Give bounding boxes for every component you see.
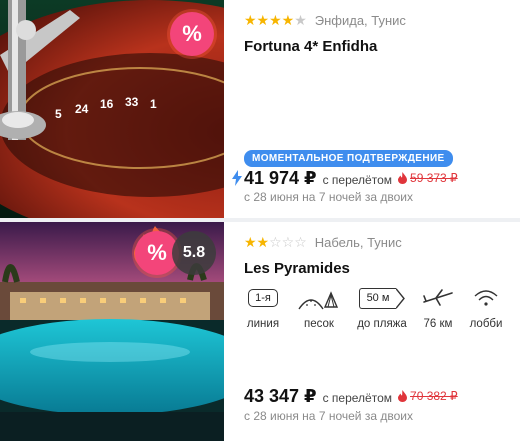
distance-tag-icon: 50 м [358, 287, 406, 309]
price[interactable]: 41 974 ₽ [244, 168, 317, 189]
svg-text:33: 33 [125, 95, 139, 109]
amenities-row: 1-я линия песок 50 м до пляжа 76 км лобб… [244, 284, 508, 330]
hotel-location: Энфида, Тунис [314, 13, 406, 28]
hotel-stars: ★★☆☆☆ Набель, Тунис [244, 234, 402, 251]
instant-confirmation-badge: МОМЕНТАЛЬНОЕ ПОДТВЕРЖДЕНИЕ [244, 150, 453, 167]
fire-icon [398, 172, 408, 184]
star-rating-icon: ★★☆☆☆ [244, 234, 307, 250]
svg-text:1: 1 [150, 97, 157, 111]
svg-text:16: 16 [100, 97, 114, 111]
line-tag-icon: 1-я [248, 289, 278, 307]
amenity-line: 1-я линия [244, 284, 282, 330]
hotel-info: ★★★★★ Энфида, Тунис Fortuna 4* Enfidha [244, 12, 406, 55]
amenity-airport: 76 км [416, 284, 460, 330]
price-row: 41 974 ₽ с перелётом 59 373 ₽ [244, 168, 458, 189]
amenity-beach-distance: 50 м до пляжа [352, 284, 412, 330]
trip-dates: с 28 июня на 7 ночей за двоих [244, 190, 413, 204]
price[interactable]: 43 347 ₽ [244, 386, 317, 407]
hotel-name[interactable]: Fortuna 4* Enfidha [244, 38, 406, 55]
svg-text:5: 5 [55, 107, 62, 121]
old-price: 59 373 ₽ [398, 171, 458, 185]
hotel-name[interactable]: Les Pyramides [244, 260, 402, 277]
airplane-icon [423, 289, 453, 306]
price-note: с перелётом [322, 173, 393, 187]
svg-text:24: 24 [75, 102, 89, 116]
hotel-card-fortuna[interactable]: 5 24 16 33 1 % ★★★★★ Энфида, Тунис Fortuna 4… [0, 0, 520, 218]
amenity-sand: песок [288, 284, 350, 330]
hotel-card-les-pyramides[interactable]: % 5.8 ★★☆☆☆ Набель, Тунис Les Pyramides … [0, 222, 520, 441]
sale-percent-icon: % [170, 12, 214, 56]
old-price: 70 382 ₽ [398, 389, 458, 403]
sand-icon [298, 291, 339, 310]
wifi-icon [474, 290, 498, 306]
hotel-stars: ★★★★★ Энфида, Тунис [244, 12, 406, 29]
amenity-wifi: лобби [464, 284, 508, 330]
lightning-icon [232, 170, 242, 186]
trip-dates: с 28 июня на 7 ночей за двоих [244, 409, 413, 423]
rating-badge: 5.8 [172, 231, 216, 275]
star-rating-icon: ★★★★★ [244, 12, 307, 28]
price-note: с перелётом [322, 391, 393, 405]
hotel-info: ★★☆☆☆ Набель, Тунис Les Pyramides [244, 234, 402, 277]
price-row: 43 347 ₽ с перелётом 70 382 ₽ [244, 386, 458, 407]
hotel-location: Набель, Тунис [314, 235, 402, 250]
fire-icon [398, 390, 408, 402]
